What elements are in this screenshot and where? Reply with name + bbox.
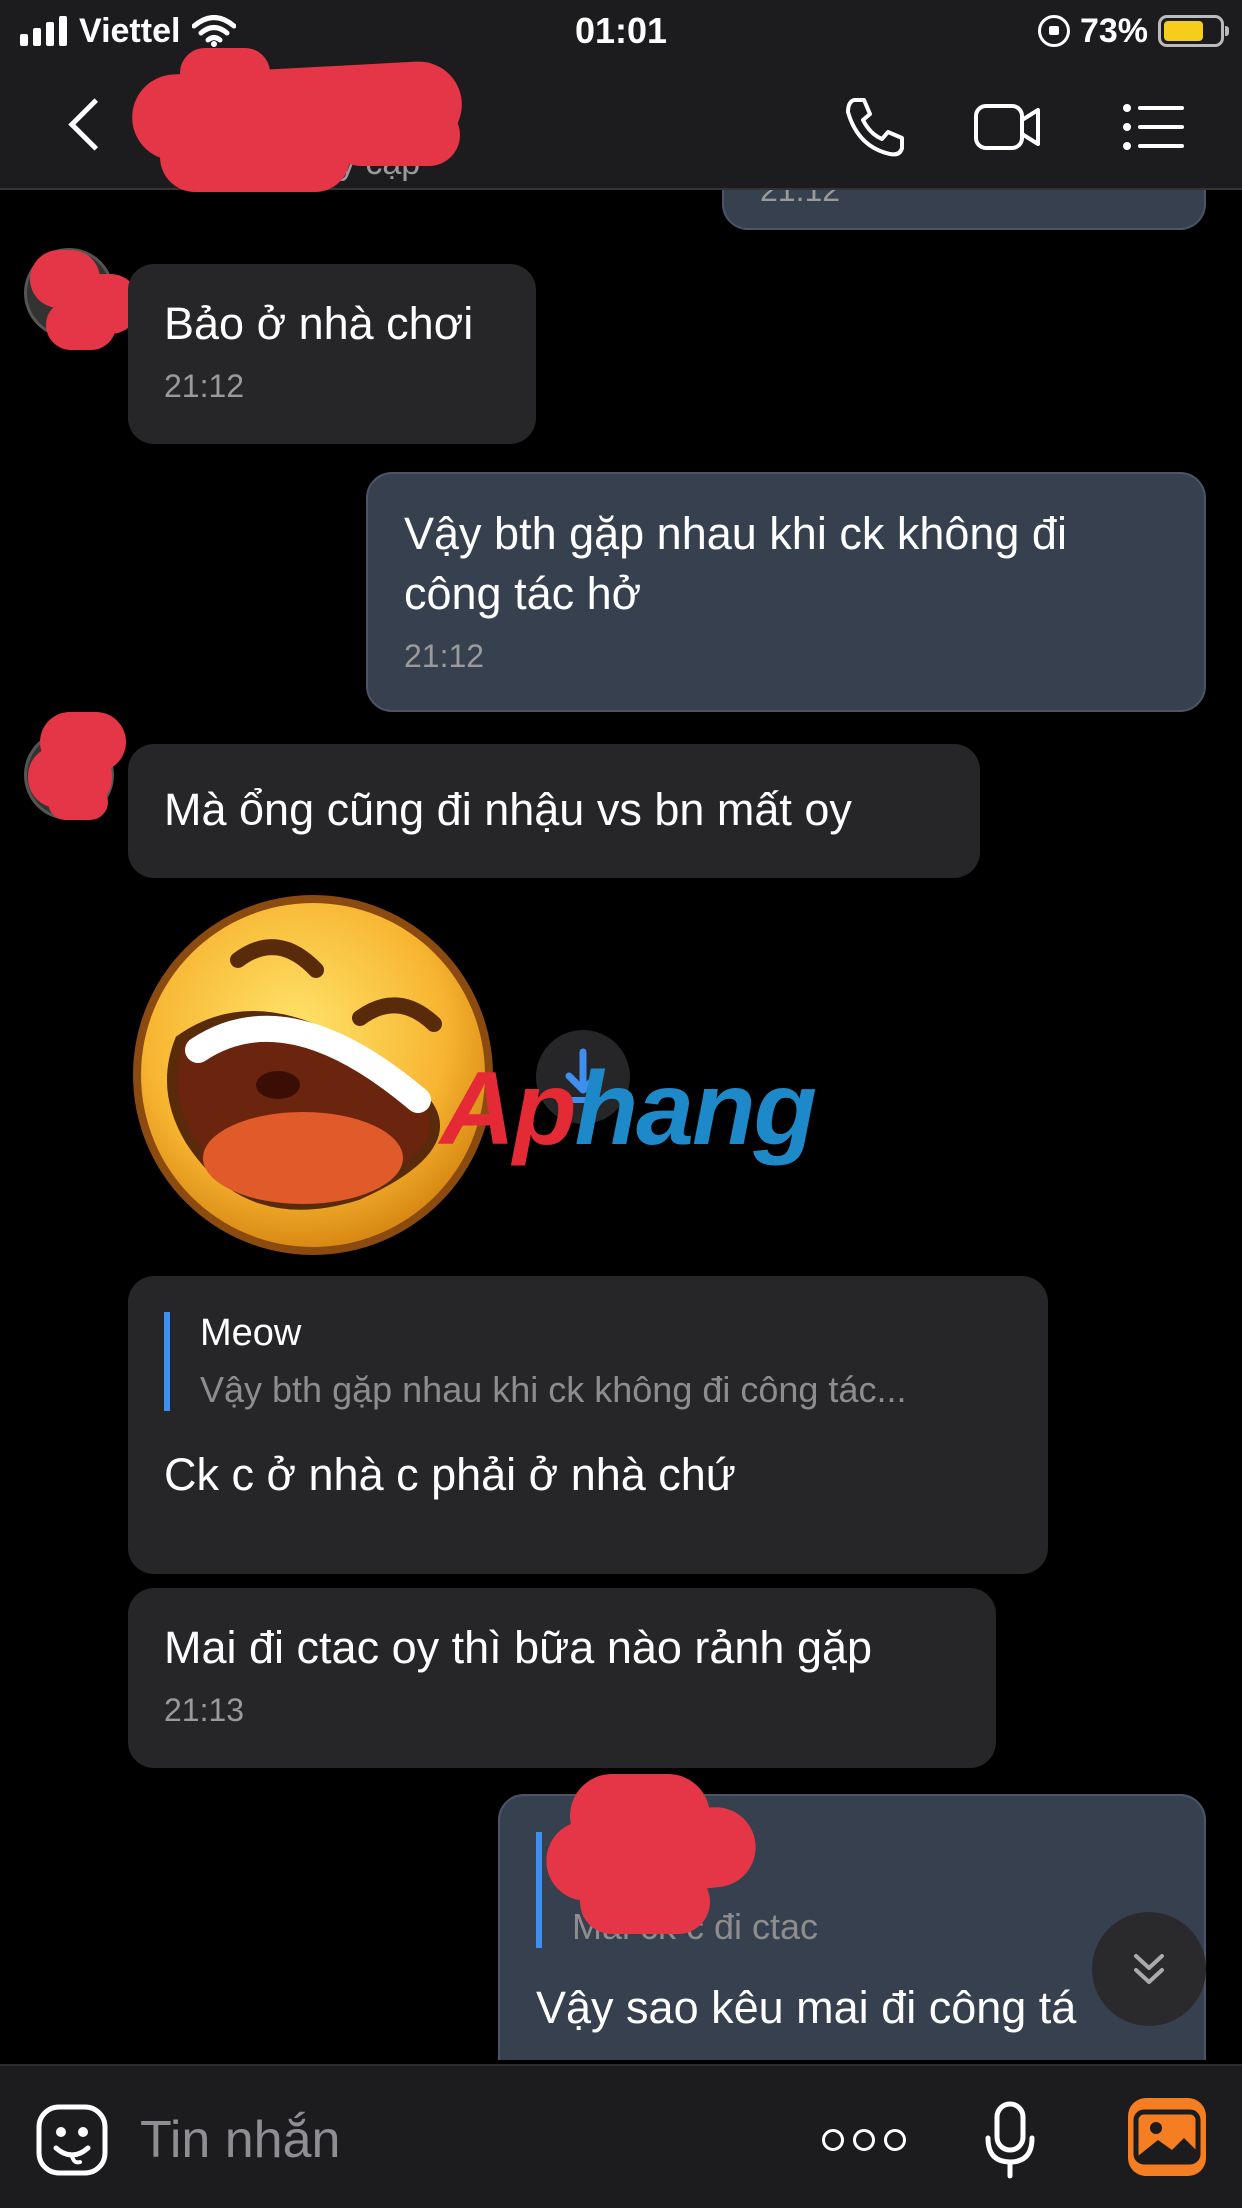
emoji-icon[interactable] bbox=[36, 2104, 108, 2176]
message-text: Ck c ở nhà c phải ở nhà chứ bbox=[164, 1449, 736, 1500]
video-call-icon[interactable] bbox=[972, 92, 1042, 162]
battery-percent: 73% bbox=[1079, 11, 1148, 50]
incoming-message[interactable]: Mai đi ctac oy thì bữa nào rảnh gặp 21:1… bbox=[128, 1588, 996, 1768]
message-text: Mai đi ctac oy thì bữa nào rảnh gặp bbox=[164, 1622, 873, 1673]
quote-text: Vậy bth gặp nhau khi ck không đi công tá… bbox=[200, 1369, 907, 1410]
outgoing-message[interactable]: 21:12 bbox=[722, 190, 1206, 230]
quote-sender: Meow bbox=[200, 1312, 302, 1354]
microphone-icon[interactable] bbox=[982, 2100, 1038, 2180]
orientation-lock-icon bbox=[1037, 15, 1070, 47]
message-text: Vậy bth gặp nhau khi ck không đi công tá… bbox=[404, 508, 1067, 619]
message-text: Vậy sao kêu mai đi công tá bbox=[536, 1982, 1077, 2033]
redaction-mark bbox=[580, 1870, 710, 1934]
message-text: Mà ổng cũng đi nhậu vs bn mất oy bbox=[164, 784, 852, 835]
incoming-message[interactable]: Mà ổng cũng đi nhậu vs bn mất oy bbox=[128, 744, 980, 878]
phone-icon[interactable] bbox=[840, 92, 910, 162]
watermark-logo: Aphang bbox=[440, 1051, 817, 1167]
scroll-to-bottom-button[interactable] bbox=[1092, 1912, 1206, 2026]
more-icon[interactable] bbox=[822, 2112, 906, 2168]
chat-header: uy cập bbox=[0, 48, 1242, 192]
redaction-mark bbox=[48, 784, 108, 820]
message-time: 21:13 bbox=[164, 1692, 245, 1728]
message-input[interactable] bbox=[140, 2100, 740, 2180]
message-text: Bảo ở nhà chơi bbox=[164, 298, 474, 349]
outgoing-message[interactable]: Vậy bth gặp nhau khi ck không đi công tá… bbox=[366, 472, 1206, 712]
message-time: 21:12 bbox=[760, 190, 841, 208]
gallery-icon bbox=[1133, 2109, 1201, 2165]
gallery-button[interactable] bbox=[1128, 2098, 1206, 2176]
status-right: 73% bbox=[1037, 10, 1229, 52]
message-time: 21:12 bbox=[164, 368, 245, 404]
redaction-mark bbox=[46, 300, 116, 350]
battery-level bbox=[1164, 21, 1204, 41]
status-bar: Viettel 01:01 73% bbox=[0, 0, 1242, 62]
redaction-mark bbox=[160, 122, 350, 192]
message-time: 21:12 bbox=[404, 638, 485, 674]
back-icon[interactable] bbox=[62, 100, 112, 154]
reply-quote[interactable]: Meow Vậy bth gặp nhau khi ck không đi cô… bbox=[164, 1312, 1012, 1411]
message-list[interactable]: 21:12 Bảo ở nhà chơi 21:12 Vậy bth gặp n… bbox=[0, 190, 1242, 2060]
message-input-bar bbox=[0, 2064, 1242, 2208]
chevron-double-down-icon bbox=[1134, 1954, 1164, 1984]
incoming-message[interactable]: Meow Vậy bth gặp nhau khi ck không đi cô… bbox=[128, 1276, 1048, 1574]
redaction-mark bbox=[330, 104, 460, 166]
redaction-mark bbox=[180, 48, 270, 98]
menu-icon[interactable] bbox=[1118, 92, 1188, 162]
battery-icon bbox=[1158, 15, 1229, 47]
incoming-message[interactable]: Bảo ở nhà chơi 21:12 bbox=[128, 264, 536, 444]
